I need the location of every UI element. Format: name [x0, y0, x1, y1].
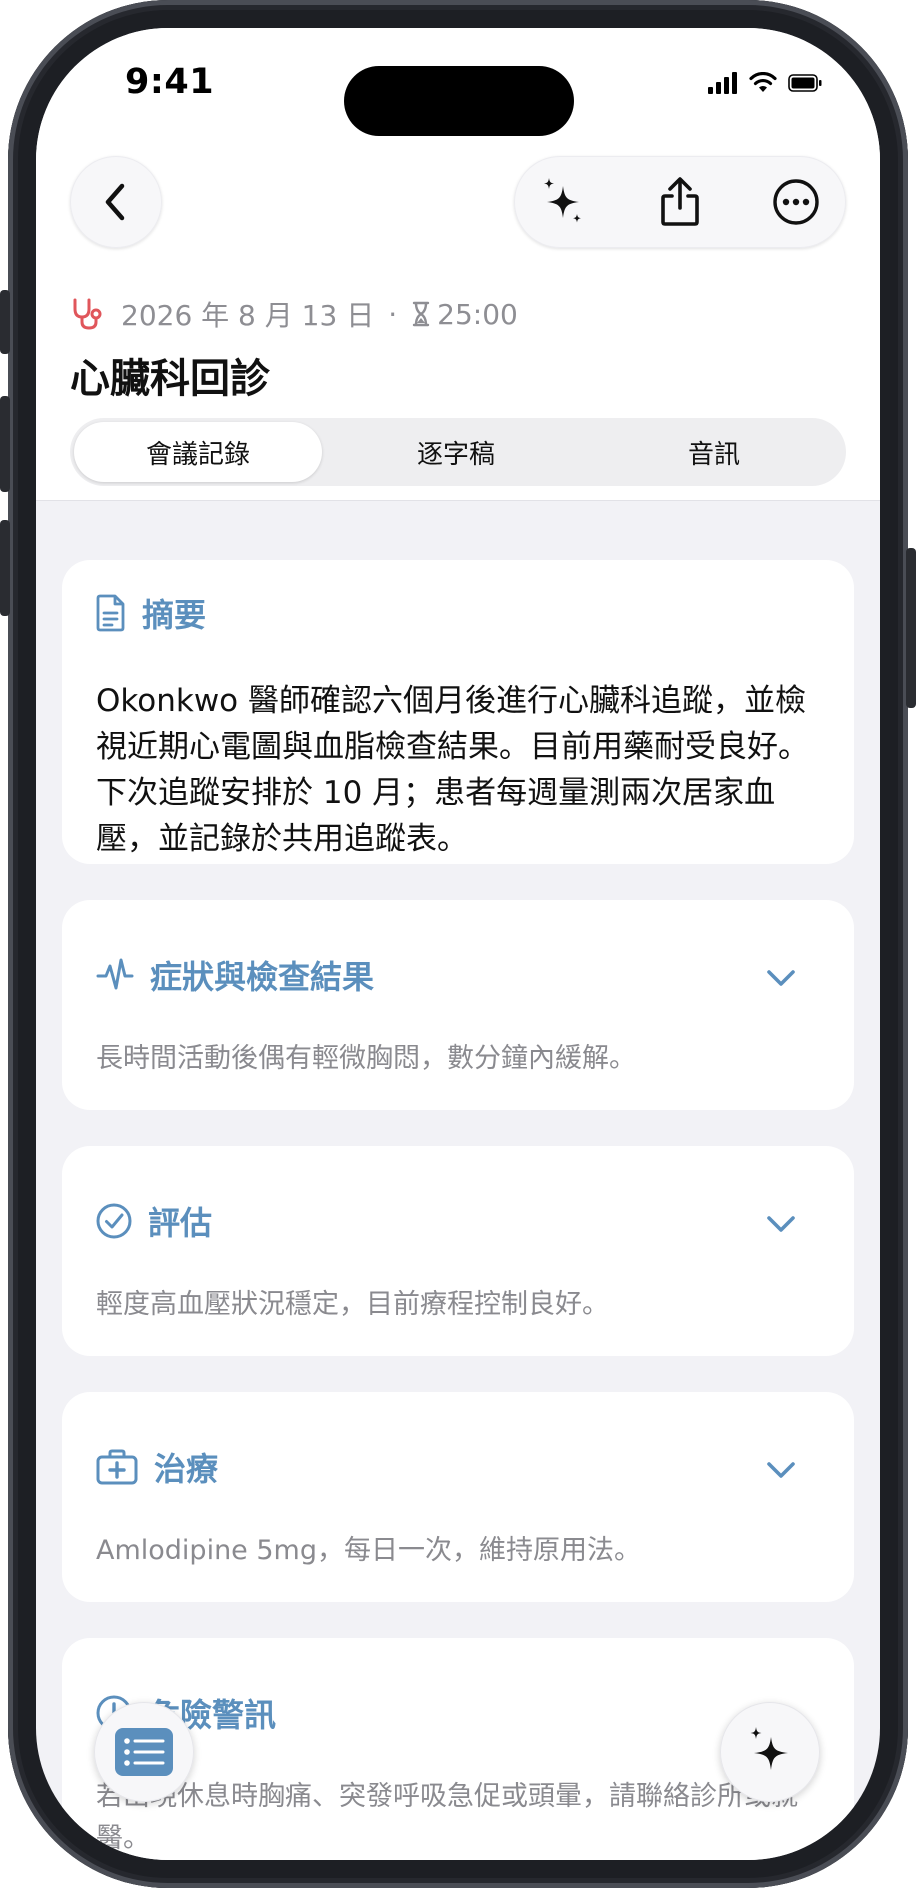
summary-title: 摘要: [142, 596, 207, 634]
volume-down-button: [0, 520, 10, 616]
status-icons: [708, 72, 822, 94]
header-actions: [514, 156, 846, 248]
summary-text: Okonkwo 醫師確認六個月後進行心臟科追蹤，並檢視近期心電圖與血脂檢查結果。…: [96, 683, 809, 857]
medical-kit-icon: [96, 1449, 138, 1485]
chevron-down-icon[interactable]: [766, 1214, 796, 1234]
battery-icon: [788, 74, 822, 92]
dynamic-island: [344, 66, 574, 136]
tab-audio[interactable]: 音訊: [590, 422, 838, 482]
list-icon: [115, 1728, 173, 1776]
checkmark-circle-icon: [96, 1203, 132, 1239]
warning-text: 若出現休息時胸痛、突發呼吸急促或頭暈，請聯絡診所或就醫。: [96, 1781, 798, 1854]
stethoscope-icon: [73, 298, 102, 330]
tab-transcript[interactable]: 逐字稿: [332, 422, 580, 482]
power-button: [906, 548, 916, 708]
header-area: 9:41 2026 年 8 月 13 日 · 25:00 心臟科回診 會議記錄 …: [36, 28, 880, 501]
status-time: 9:41: [125, 62, 215, 102]
meta-separator: ·: [388, 297, 398, 331]
summary-card: 摘要 Okonkwo 醫師確認六個月後進行心臟科追蹤，並檢視近期心電圖與血脂檢查…: [62, 560, 854, 864]
symptoms-title: 症狀與檢查結果: [150, 958, 375, 996]
screen: 9:41 2026 年 8 月 13 日 · 25:00 心臟科回診 會議記錄 …: [36, 28, 880, 1860]
sparkles-icon: [544, 178, 581, 223]
share-button[interactable]: [634, 156, 726, 248]
meta-row: 2026 年 8 月 13 日 · 25:00: [71, 294, 518, 334]
document-icon: [96, 594, 125, 632]
ai-button[interactable]: [517, 156, 609, 248]
waveform-icon: [96, 958, 134, 990]
wifi-icon: [749, 72, 777, 92]
chevron-down-icon[interactable]: [766, 968, 796, 988]
assessment-header: 評估: [96, 1198, 212, 1244]
visit-duration: 25:00: [437, 297, 518, 331]
sparkles-icon: [750, 1727, 788, 1770]
chevron-left-icon: [105, 183, 125, 221]
action-button: [0, 290, 10, 354]
more-button[interactable]: [750, 156, 842, 248]
hourglass-icon: [412, 301, 430, 327]
treatment-card[interactable]: 治療 Amlodipine 5mg，每日一次，維持原用法。: [62, 1392, 854, 1602]
summary-header: 摘要: [96, 590, 206, 636]
symptoms-header: 症狀與檢查結果: [96, 952, 374, 998]
chevron-down-icon[interactable]: [766, 1460, 796, 1480]
visit-date: 2026 年 8 月 13 日: [121, 299, 375, 332]
back-button[interactable]: [70, 156, 162, 248]
assessment-text: 輕度高血壓狀況穩定，目前療程控制良好。: [96, 1289, 609, 1320]
treatment-text: Amlodipine 5mg，每日一次，維持原用法。: [96, 1535, 641, 1566]
tab-meeting-notes[interactable]: 會議記錄: [74, 422, 322, 482]
volume-up-button: [0, 396, 10, 492]
ai-assistant-button[interactable]: [720, 1702, 820, 1802]
tab-bar: 會議記錄 逐字稿 音訊: [70, 418, 846, 486]
assessment-title: 評估: [148, 1204, 213, 1242]
cellular-signal-icon: [708, 72, 737, 94]
page-title: 心臟科回診: [70, 356, 270, 402]
outline-button[interactable]: [94, 1702, 194, 1802]
treatment-title: 治療: [154, 1450, 219, 1488]
symptoms-card[interactable]: 症狀與檢查結果 長時間活動後偶有輕微胸悶，數分鐘內緩解。: [62, 900, 854, 1110]
more-icon: [773, 179, 819, 225]
assessment-card[interactable]: 評估 輕度高血壓狀況穩定，目前療程控制良好。: [62, 1146, 854, 1356]
treatment-header: 治療: [96, 1444, 218, 1490]
share-icon: [661, 177, 699, 226]
symptoms-text: 長時間活動後偶有輕微胸悶，數分鐘內緩解。: [96, 1043, 636, 1074]
